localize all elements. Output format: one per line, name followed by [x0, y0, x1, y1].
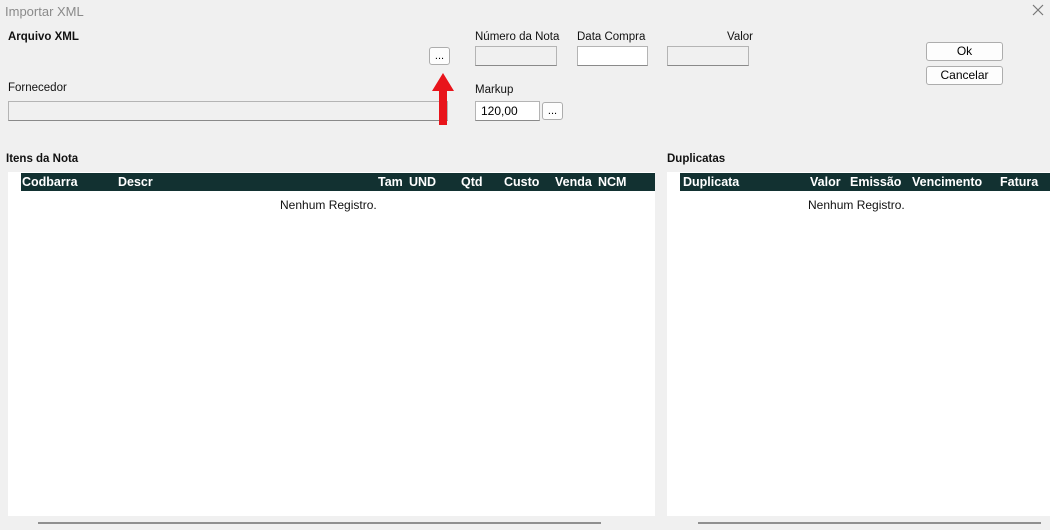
- fornecedor-field[interactable]: [8, 101, 448, 121]
- column-header-custo[interactable]: Custo: [504, 175, 539, 189]
- valor-label: Valor: [727, 31, 753, 43]
- data-compra-field[interactable]: [577, 46, 648, 66]
- column-header-und[interactable]: UND: [409, 175, 436, 189]
- ok-button[interactable]: Ok: [926, 42, 1003, 61]
- column-header-duplicata[interactable]: Duplicata: [683, 175, 739, 189]
- arquivo-xml-label: Arquivo XML: [8, 31, 79, 43]
- fornecedor-label: Fornecedor: [8, 82, 67, 94]
- browse-xml-button[interactable]: ...: [429, 47, 450, 65]
- itens-nota-empty-message: Nenhum Registro.: [280, 198, 377, 212]
- window-title: Importar XML: [5, 4, 84, 19]
- valor-field[interactable]: [667, 46, 749, 66]
- duplicatas-title: Duplicatas: [667, 153, 726, 165]
- column-header-descr[interactable]: Descr: [118, 175, 153, 189]
- column-header-tam[interactable]: Tam: [378, 175, 403, 189]
- markup-field[interactable]: 120,00: [475, 101, 540, 121]
- column-header-emissao[interactable]: Emissão: [850, 175, 901, 189]
- arrow-up-icon: [432, 73, 454, 125]
- column-header-ncm[interactable]: NCM: [598, 175, 626, 189]
- itens-nota-header: Codbarra Descr Tam UND Qtd Custo Venda N…: [21, 173, 655, 191]
- markup-label: Markup: [475, 84, 514, 96]
- column-header-vencimento[interactable]: Vencimento: [912, 175, 982, 189]
- numero-nota-label: Número da Nota: [475, 31, 560, 43]
- data-compra-label: Data Compra: [577, 31, 646, 43]
- itens-nota-grid[interactable]: Codbarra Descr Tam UND Qtd Custo Venda N…: [8, 172, 655, 516]
- column-header-fatura[interactable]: Fatura: [1000, 175, 1038, 189]
- close-icon[interactable]: [1030, 2, 1046, 18]
- itens-nota-title: Itens da Nota: [6, 153, 79, 165]
- cancel-button[interactable]: Cancelar: [926, 66, 1003, 85]
- duplicatas-hscrollbar[interactable]: [698, 522, 1041, 524]
- duplicatas-header: Duplicata Valor Emissão Vencimento Fatur…: [680, 173, 1050, 191]
- markup-options-button[interactable]: ...: [542, 102, 563, 120]
- numero-nota-field[interactable]: [475, 46, 557, 66]
- duplicatas-grid[interactable]: Duplicata Valor Emissão Vencimento Fatur…: [667, 172, 1050, 516]
- itens-nota-hscrollbar[interactable]: [38, 522, 601, 524]
- column-header-venda[interactable]: Venda: [555, 175, 592, 189]
- column-header-codbarra[interactable]: Codbarra: [22, 175, 78, 189]
- column-header-valor[interactable]: Valor: [810, 175, 841, 189]
- column-header-qtd[interactable]: Qtd: [461, 175, 483, 189]
- duplicatas-empty-message: Nenhum Registro.: [808, 198, 905, 212]
